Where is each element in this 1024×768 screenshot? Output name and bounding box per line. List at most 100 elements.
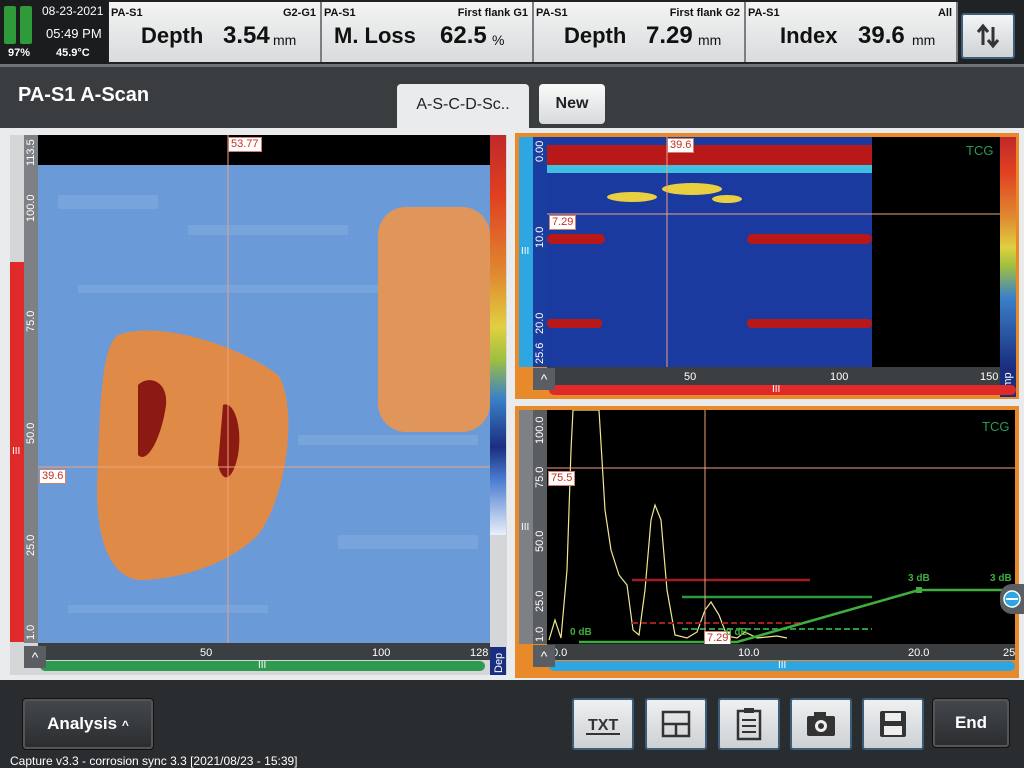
clipboard-icon: [736, 708, 762, 741]
end-button[interactable]: End: [932, 698, 1010, 748]
bscan-collapse-chevron-icon[interactable]: ^: [533, 368, 555, 390]
cscan-image[interactable]: [38, 135, 490, 644]
layout-icon: [661, 710, 691, 738]
bscan-cursor-x-label[interactable]: 39.6: [667, 138, 695, 153]
clipboard-button[interactable]: [718, 698, 780, 750]
tcg-db-label: 0 dB: [570, 627, 592, 638]
reading-unit: mm: [912, 32, 936, 48]
analysis-label: Analysis: [47, 714, 118, 733]
reading-source: PA-S1: [536, 7, 568, 19]
ascan-x-grip[interactable]: III: [778, 660, 786, 671]
bscan-image[interactable]: [547, 137, 1000, 367]
bscan-x-scrollbar[interactable]: [549, 385, 1016, 395]
ascan-x-axis: [547, 644, 1015, 660]
bscan-x-grip[interactable]: III: [772, 384, 780, 395]
reading-gate: First flank G2: [669, 7, 740, 19]
ascan-xtick: 25: [1003, 647, 1016, 659]
reading-name: Depth: [564, 23, 627, 48]
bscan-x-axis: [547, 367, 1000, 385]
reading-value: 7.29: [646, 22, 693, 49]
cscan-y-grip[interactable]: III: [12, 446, 20, 457]
reading-source: PA-S1: [324, 7, 356, 19]
cscan-ytick: 50.0: [25, 422, 37, 444]
reading-depth-g2g1[interactable]: PA-S1 G2-G1 Depth 3.54 mm: [109, 2, 322, 62]
reading-name: Index: [780, 23, 838, 48]
reading-value: 3.54: [223, 22, 270, 49]
cscan-ytick: 113.5: [25, 139, 37, 166]
svg-text:TXT: TXT: [588, 717, 618, 734]
swap-arrows-icon: [976, 23, 1000, 49]
cscan-cursor-x-label[interactable]: 53.77: [228, 137, 262, 152]
reading-gate: All: [937, 7, 952, 19]
ascan-ytick: 25.0: [534, 590, 546, 612]
ascan-ytick: 1.0: [534, 626, 546, 642]
bscan-cursor-y-label[interactable]: 7.29: [549, 215, 577, 230]
ascan-cursor-y-label[interactable]: 75.5: [548, 471, 576, 486]
swap-button[interactable]: [961, 13, 1015, 59]
txt-report-icon: TXT: [586, 717, 620, 735]
layout-button[interactable]: [645, 698, 707, 750]
cscan-xtick: 50: [200, 647, 213, 659]
reading-unit: mm: [273, 32, 297, 48]
bscan-xtick: 150: [980, 371, 999, 383]
page-title: PA-S1 A-Scan: [18, 84, 150, 106]
cscan-x-axis: [38, 643, 490, 660]
target-icon: [1003, 590, 1021, 608]
bscan-ytick: 20.0: [534, 312, 546, 334]
reading-name: M. Loss: [334, 23, 416, 48]
cscan-palette-label: Dep: [493, 652, 505, 673]
cscan-ytick: 100.0: [25, 194, 37, 222]
ascan-image[interactable]: [547, 410, 1015, 644]
cscan-cursor-y-label[interactable]: 39.6: [39, 469, 67, 484]
bscan-ytick: 10.0: [534, 226, 546, 248]
battery-percent: 97%: [8, 47, 31, 59]
reading-value: 62.5: [440, 22, 487, 49]
reading-depth-g2[interactable]: PA-S1 First flank G2 Depth 7.29 mm: [534, 2, 746, 62]
ascan-tcg-label: TCG: [982, 419, 1010, 434]
tab-ascdsc[interactable]: A-S-C-D-Sc..: [397, 84, 529, 128]
status-time: 05:49 PM: [46, 26, 102, 41]
reading-gate: G2-G1: [282, 7, 316, 19]
ascan-ytick: 75.0: [534, 466, 546, 488]
tab-new[interactable]: New: [539, 84, 605, 124]
ascan-ytick: 50.0: [534, 530, 546, 552]
tcg-point[interactable]: [916, 587, 922, 593]
side-drawer-handle[interactable]: [1000, 584, 1024, 614]
reading-name: Depth: [141, 23, 204, 48]
reading-value: 39.6: [858, 22, 905, 49]
cscan-ytick: 1.0: [25, 624, 37, 640]
screenshot-button[interactable]: [790, 698, 852, 750]
ascan-y-grip[interactable]: III: [521, 522, 529, 533]
chevron-up-icon: ^: [121, 718, 129, 732]
cscan-x-grip[interactable]: III: [258, 660, 266, 671]
txt-report-button[interactable]: TXT: [572, 698, 634, 750]
reading-unit: mm: [698, 32, 722, 48]
bscan-xtick: 50: [684, 371, 697, 383]
reading-gate: First flank G1: [457, 7, 528, 19]
tcg-db-label: 3 dB: [908, 573, 930, 584]
reading-source: PA-S1: [111, 7, 143, 19]
analysis-button[interactable]: Analysis ^: [22, 698, 154, 750]
reading-index[interactable]: PA-S1 All Index 39.6 mm: [746, 2, 958, 62]
reading-source: PA-S1: [748, 7, 780, 19]
footer-version: Capture v3.3 - corrosion sync 3.3 [2021/…: [10, 754, 298, 768]
reading-unit: %: [492, 32, 505, 48]
temperature: 45.9°C: [56, 47, 90, 59]
ascan-ytick: 100.0: [534, 416, 546, 444]
cscan-xtick: 100: [372, 647, 391, 659]
bscan-tcg-label: TCG: [966, 143, 994, 158]
bscan-y-grip[interactable]: III: [521, 246, 529, 257]
save-icon: [880, 711, 906, 737]
save-button[interactable]: [862, 698, 924, 750]
cscan-collapse-chevron-icon[interactable]: ^: [24, 646, 46, 668]
tcg-db-label: 3 dB: [990, 573, 1012, 584]
cscan-ytick: 25.0: [25, 534, 37, 556]
bscan-color-palette: [1000, 137, 1016, 367]
cscan-xtick: 128: [470, 647, 489, 659]
reading-mloss[interactable]: PA-S1 First flank G1 M. Loss 62.5 %: [322, 2, 534, 62]
ascan-xtick: 10.0: [738, 647, 760, 659]
bscan-xtick: 100: [830, 371, 849, 383]
cscan-ytick: 75.0: [25, 310, 37, 332]
camera-icon: [807, 712, 835, 736]
ascan-collapse-chevron-icon[interactable]: ^: [533, 645, 555, 667]
